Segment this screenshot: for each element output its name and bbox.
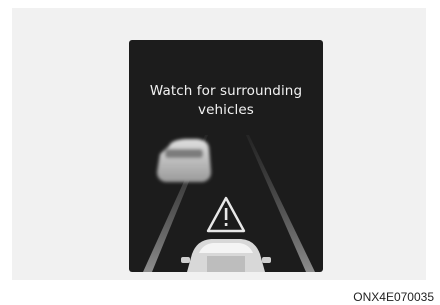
cluster-display: Watch for surrounding vehicles: [129, 40, 323, 272]
warning-message-line1: Watch for surrounding: [149, 83, 303, 99]
figure-code: ONX4E070035: [353, 290, 434, 304]
own-vehicle-icon: [181, 239, 271, 272]
adjacent-vehicle-icon: [157, 139, 211, 182]
warning-triangle-icon: [206, 196, 246, 233]
warning-message-line2: vehicles: [198, 102, 254, 118]
road-scene: [143, 135, 315, 272]
warning-message: Watch for surrounding vehicles: [129, 82, 323, 120]
